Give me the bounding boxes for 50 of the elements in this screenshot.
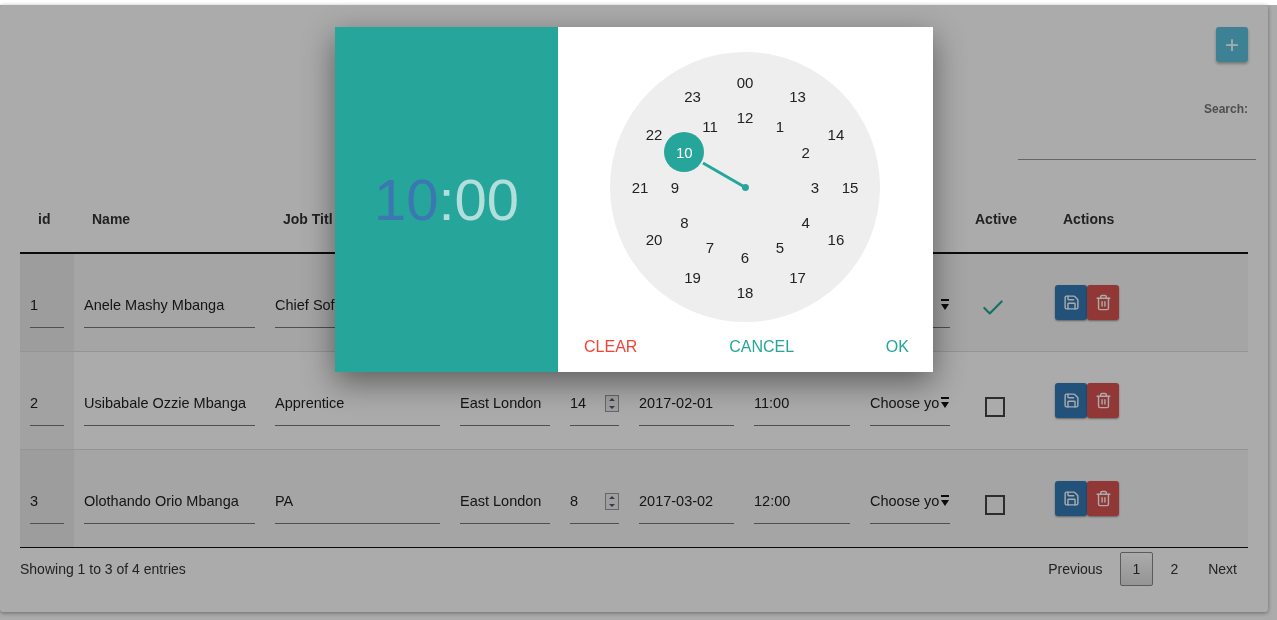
save-icon: [1062, 294, 1080, 311]
select-field[interactable]: Choose yo: [870, 381, 950, 426]
page-link[interactable]: 2: [1157, 552, 1192, 586]
page-link[interactable]: Previous: [1035, 552, 1116, 586]
name-field[interactable]: Olothando Orio Mbanga: [84, 479, 255, 524]
column-header: Job Titl: [282, 211, 334, 227]
column-header: Actions: [1062, 211, 1116, 227]
clock-hour[interactable]: 20: [634, 219, 675, 260]
dropdown-caret-icon: [940, 495, 950, 507]
spinner-icon[interactable]: [605, 492, 619, 510]
search-label: Search:: [1203, 102, 1248, 116]
delete-button[interactable]: [1087, 383, 1119, 418]
location-field[interactable]: East London: [460, 381, 550, 426]
job-title-field[interactable]: PA: [275, 479, 440, 524]
number-field[interactable]: 14: [570, 381, 619, 426]
job-title-field[interactable]: Apprentice: [275, 381, 440, 426]
entries-info: Showing 1 to 3 of 4 entries: [20, 561, 186, 577]
page-link[interactable]: Next: [1195, 552, 1250, 586]
time-field[interactable]: 11:00: [754, 381, 850, 426]
save-button[interactable]: [1055, 285, 1087, 320]
date-field[interactable]: 2017-02-01: [639, 381, 734, 426]
dropdown-caret-icon: [940, 397, 950, 409]
checkbox[interactable]: [985, 396, 1005, 417]
number-field[interactable]: 8: [570, 479, 619, 524]
spinner-icon[interactable]: [605, 394, 619, 412]
location-field[interactable]: East London: [460, 479, 550, 524]
page-link[interactable]: 1: [1119, 552, 1154, 586]
trash-icon: [1094, 294, 1112, 311]
column-header: id: [37, 211, 52, 227]
trash-icon: [1094, 392, 1112, 409]
dropdown-caret-icon: [940, 299, 950, 311]
delete-button[interactable]: [1087, 481, 1119, 516]
name-field[interactable]: Anele Mashy Mbanga: [84, 283, 255, 328]
checkbox[interactable]: [985, 494, 1005, 515]
clock-hour[interactable]: 17: [777, 257, 818, 298]
time-field[interactable]: 12:00: [754, 479, 850, 524]
date-field[interactable]: 2017-03-02: [639, 479, 734, 524]
column-header: Active: [974, 211, 1019, 227]
select-field[interactable]: Choose yo: [870, 479, 950, 524]
save-icon: [1062, 392, 1080, 409]
trash-icon: [1094, 490, 1112, 507]
time-separator: :: [438, 166, 455, 233]
clock-hour[interactable]: 14: [815, 114, 856, 155]
name-field[interactable]: Usibabale Ozzie Mbanga: [84, 381, 255, 426]
save-button[interactable]: [1055, 383, 1087, 418]
delete-button[interactable]: [1087, 285, 1119, 320]
save-button[interactable]: [1055, 481, 1087, 516]
save-icon: [1062, 490, 1080, 507]
dialog-button[interactable]: CLEAR: [584, 338, 638, 356]
column-header: Name: [91, 211, 132, 227]
